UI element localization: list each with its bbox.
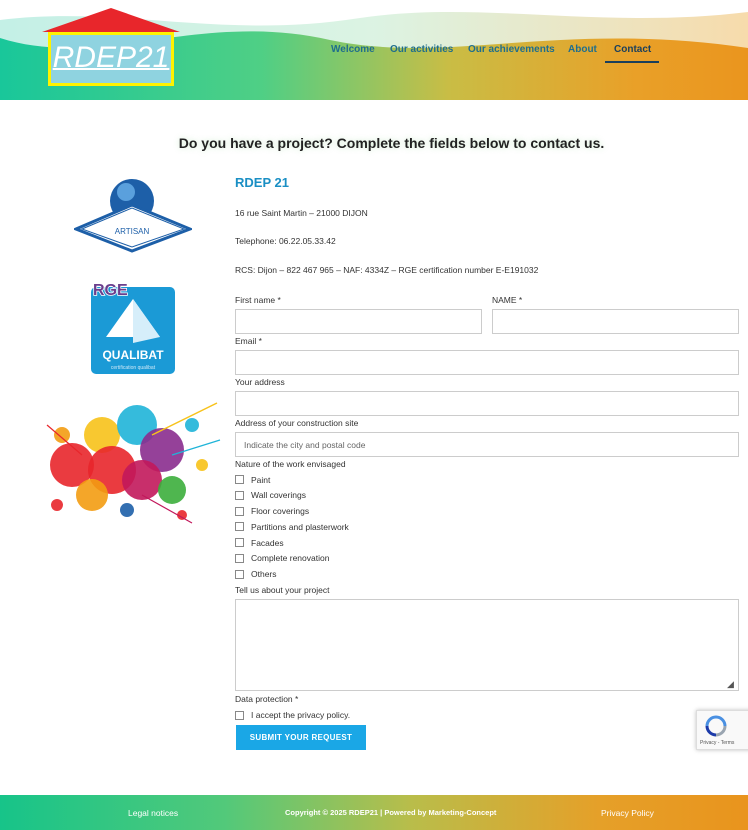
qualibat-subtext: certification qualibat bbox=[111, 365, 156, 371]
checkbox-paint[interactable] bbox=[235, 475, 244, 484]
paint-splash-image bbox=[46, 402, 221, 524]
checkbox-partitions-label[interactable]: Partitions and plasterwork bbox=[251, 522, 349, 532]
logo-roof bbox=[42, 8, 180, 32]
textarea-resize-handle[interactable]: ◢ bbox=[727, 679, 734, 690]
first-name-input[interactable] bbox=[235, 309, 482, 334]
checkbox-others-label[interactable]: Others bbox=[251, 569, 277, 579]
name-input[interactable] bbox=[492, 309, 739, 334]
checkbox-facades-label[interactable]: Facades bbox=[251, 538, 284, 548]
work-nature-label: Nature of the work envisaged bbox=[235, 459, 346, 469]
footer-privacy-link[interactable]: Privacy Policy bbox=[601, 808, 654, 818]
checkbox-wall-coverings[interactable] bbox=[235, 491, 244, 500]
checkbox-facades[interactable] bbox=[235, 538, 244, 547]
checkbox-paint-label[interactable]: Paint bbox=[251, 475, 270, 485]
nav-item-our-achievements[interactable]: Our achievements bbox=[468, 44, 555, 55]
checkbox-floor-coverings[interactable] bbox=[235, 507, 244, 516]
name-label: NAME * bbox=[492, 295, 523, 305]
recaptcha-links[interactable]: Privacy - Terms bbox=[700, 740, 734, 746]
artisan-badge: ARTISAN bbox=[74, 179, 192, 253]
site-footer: Legal notices Copyright © 2025 RDEP21 | … bbox=[0, 795, 748, 830]
address-input[interactable] bbox=[235, 391, 739, 416]
rge-qualibat-badge: RGE QUALIBAT certification qualibat bbox=[91, 281, 175, 374]
construction-site-input[interactable]: Indicate the city and postal code bbox=[235, 432, 739, 457]
email-input[interactable] bbox=[235, 350, 739, 375]
construction-site-placeholder: Indicate the city and postal code bbox=[244, 439, 366, 450]
checkbox-complete-renovation[interactable] bbox=[235, 554, 244, 563]
checkbox-complete-renovation-label[interactable]: Complete renovation bbox=[251, 553, 329, 563]
privacy-accept-label[interactable]: I accept the privacy policy. bbox=[251, 710, 350, 720]
first-name-label: First name * bbox=[235, 295, 281, 305]
nav-item-welcome[interactable]: Welcome bbox=[331, 44, 375, 55]
recaptcha-badge[interactable]: Privacy - Terms bbox=[696, 710, 748, 750]
checkbox-privacy[interactable] bbox=[235, 711, 244, 720]
construction-site-label: Address of your construction site bbox=[235, 418, 359, 428]
nav-item-our-activities[interactable]: Our activities bbox=[390, 44, 453, 55]
company-address: 16 rue Saint Martin – 21000 DIJON bbox=[235, 208, 368, 218]
checkbox-floor-coverings-label[interactable]: Floor coverings bbox=[251, 506, 309, 516]
footer-copyright: Copyright © 2025 RDEP21 | Powered by Mar… bbox=[285, 808, 497, 817]
company-name: RDEP 21 bbox=[235, 175, 289, 190]
qualibat-text: QUALIBAT bbox=[102, 348, 164, 362]
recaptcha-icon bbox=[705, 715, 727, 737]
artisan-badge-text: ARTISAN bbox=[115, 227, 150, 236]
checkbox-others[interactable] bbox=[235, 570, 244, 579]
footer-legal-link[interactable]: Legal notices bbox=[128, 808, 178, 818]
submit-button[interactable]: SUBMIT YOUR REQUEST bbox=[236, 725, 366, 750]
project-textarea[interactable] bbox=[235, 599, 739, 691]
nav-item-contact[interactable]: Contact bbox=[614, 44, 651, 55]
page-heading: Do you have a project? Complete the fiel… bbox=[178, 135, 605, 151]
email-label: Email * bbox=[235, 336, 262, 346]
nav-active-underline bbox=[605, 61, 659, 63]
company-telephone: Telephone: 06.22.05.33.42 bbox=[235, 236, 336, 246]
rge-text: RGE bbox=[93, 282, 128, 299]
checkbox-partitions[interactable] bbox=[235, 522, 244, 531]
checkbox-wall-coverings-label[interactable]: Wall coverings bbox=[251, 490, 306, 500]
nav-item-about[interactable]: About bbox=[568, 44, 597, 55]
site-header: RDEP21 Welcome Our activities Our achiev… bbox=[0, 0, 748, 100]
data-protection-label: Data protection * bbox=[235, 694, 299, 704]
project-label: Tell us about your project bbox=[235, 585, 330, 595]
address-label: Your address bbox=[235, 377, 285, 387]
company-registration: RCS: Dijon – 822 467 965 – NAF: 4334Z – … bbox=[235, 265, 539, 275]
